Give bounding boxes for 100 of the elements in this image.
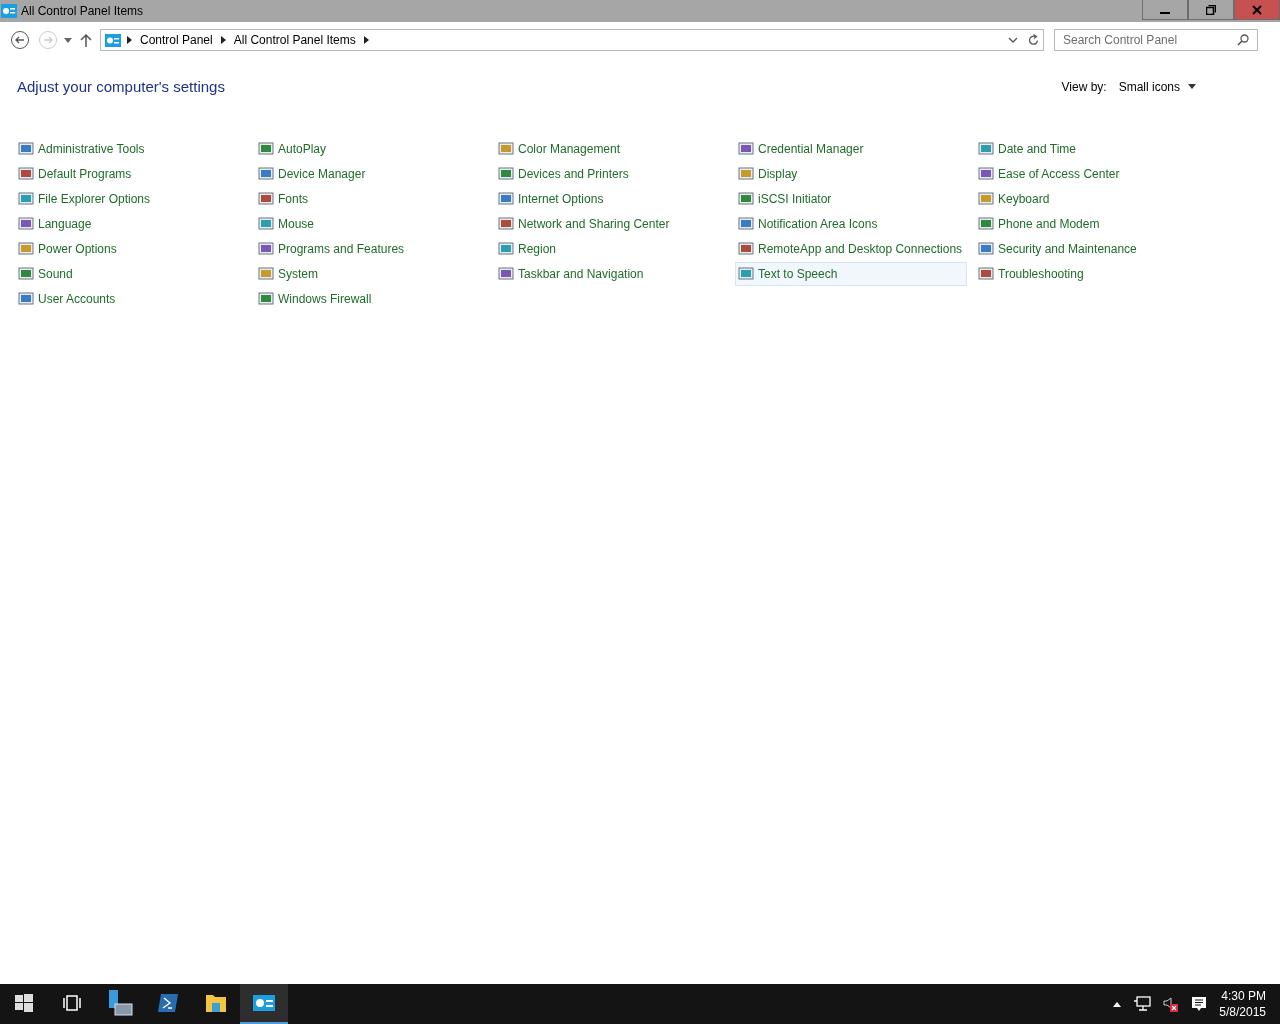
- applet-icon: [978, 191, 994, 207]
- applet-icon: [978, 141, 994, 157]
- up-arrow-icon[interactable]: [80, 33, 92, 47]
- applet-icon: [18, 141, 34, 157]
- start-icon: [15, 994, 33, 1012]
- control-panel-link[interactable]: Notification Area Icons: [735, 212, 967, 236]
- control-panel-button[interactable]: [240, 984, 288, 1024]
- task-view-icon: [62, 995, 82, 1011]
- applet-icon: [18, 291, 34, 307]
- up-caret-icon[interactable]: [1113, 1001, 1122, 1007]
- refresh-icon[interactable]: [1028, 34, 1039, 46]
- applet-icon: [498, 241, 514, 257]
- control-panel-link[interactable]: Phone and Modem: [975, 212, 1207, 236]
- control-panel-link[interactable]: Region: [495, 237, 727, 261]
- control-panel-link[interactable]: Troubleshooting: [975, 262, 1207, 286]
- control-panel-link[interactable]: Mouse: [255, 212, 487, 236]
- control-panel-link[interactable]: Display: [735, 162, 967, 186]
- applet-icon: [978, 266, 994, 282]
- applet-icon: [738, 216, 754, 232]
- applet-icon: [258, 241, 274, 257]
- control-panel-link[interactable]: Text to Speech: [735, 262, 967, 286]
- view-by-label: View by:: [1061, 79, 1107, 94]
- applet-icon: [258, 291, 274, 307]
- back-button[interactable]: [10, 30, 30, 50]
- server-manager-icon: [107, 990, 133, 1016]
- control-panel-link[interactable]: User Accounts: [15, 287, 247, 311]
- close-icon: [1252, 4, 1262, 15]
- applet-icon: [18, 166, 34, 182]
- network-icon[interactable]: [1133, 996, 1152, 1012]
- search-icon: [1237, 34, 1249, 46]
- view-by-dropdown[interactable]: Small icons: [1118, 79, 1196, 94]
- applet-icon: [498, 216, 514, 232]
- control-panel-link[interactable]: Device Manager: [255, 162, 487, 186]
- applet-icon: [738, 141, 754, 157]
- control-panel-link[interactable]: Language: [15, 212, 247, 236]
- control-panel-icon: [105, 33, 121, 47]
- control-panel-link[interactable]: Internet Options: [495, 187, 727, 211]
- control-panel-link[interactable]: Taskbar and Navigation: [495, 262, 727, 286]
- clock-time[interactable]: 4:30 PM: [1221, 988, 1266, 1004]
- speaker-muted-icon[interactable]: [1163, 996, 1180, 1012]
- control-panel-link[interactable]: Security and Maintenance: [975, 237, 1207, 261]
- chevron-down-icon[interactable]: [1008, 37, 1018, 43]
- control-panel-link[interactable]: Network and Sharing Center: [495, 212, 727, 236]
- applet-icon: [498, 266, 514, 282]
- restore-icon: [1206, 4, 1216, 15]
- applet-icon: [738, 266, 754, 282]
- control-panel-link[interactable]: AutoPlay: [255, 137, 487, 161]
- window-title: All Control Panel Items: [21, 4, 144, 18]
- caret-icon: [1188, 84, 1196, 89]
- control-panel-icon: [1, 4, 17, 18]
- control-panel-link[interactable]: Color Management: [495, 137, 727, 161]
- address-bar[interactable]: Control Panel All Control Panel Items: [100, 29, 1044, 51]
- minimize-button[interactable]: [1142, 0, 1188, 20]
- close-button[interactable]: [1234, 0, 1280, 20]
- control-panel-link[interactable]: System: [255, 262, 487, 286]
- applet-icon: [18, 216, 34, 232]
- control-panel-link[interactable]: Programs and Features: [255, 237, 487, 261]
- applet-icon: [978, 216, 994, 232]
- control-panel-link[interactable]: Keyboard: [975, 187, 1207, 211]
- restore-button[interactable]: [1188, 0, 1234, 20]
- breadcrumb[interactable]: All Control Panel Items: [233, 33, 356, 47]
- control-panel-link[interactable]: Default Programs: [15, 162, 247, 186]
- breadcrumb-arrow-icon[interactable]: [220, 36, 226, 44]
- control-panel-link[interactable]: Sound: [15, 262, 247, 286]
- applet-icon: [258, 141, 274, 157]
- control-panel-link[interactable]: Power Options: [15, 237, 247, 261]
- control-panel-link[interactable]: Credential Manager: [735, 137, 967, 161]
- breadcrumb[interactable]: Control Panel: [140, 33, 213, 47]
- applet-icon: [978, 166, 994, 182]
- control-panel-link[interactable]: File Explorer Options: [15, 187, 247, 211]
- clock-date[interactable]: 5/8/2015: [1219, 1004, 1266, 1020]
- control-panel-link[interactable]: Ease of Access Center: [975, 162, 1207, 186]
- applet-icon: [738, 191, 754, 207]
- applet-icon: [498, 141, 514, 157]
- applet-icon: [738, 166, 754, 182]
- control-panel-link[interactable]: RemoteApp and Desktop Connections: [735, 237, 967, 261]
- breadcrumb-arrow-icon[interactable]: [363, 36, 369, 44]
- control-panel-link[interactable]: Windows Firewall: [255, 287, 487, 311]
- control-panel-link[interactable]: Devices and Printers: [495, 162, 727, 186]
- control-panel-link[interactable]: Fonts: [255, 187, 487, 211]
- breadcrumb-arrow-icon[interactable]: [127, 36, 132, 44]
- search-field[interactable]: Search Control Panel: [1054, 29, 1258, 51]
- control-panel-link[interactable]: Date and Time: [975, 137, 1207, 161]
- applet-icon: [18, 241, 34, 257]
- applet-icon: [498, 191, 514, 207]
- folder-icon: [205, 993, 227, 1013]
- applet-icon: [18, 191, 34, 207]
- applet-icon: [18, 266, 34, 282]
- applet-icon: [978, 241, 994, 257]
- minimize-icon: [1160, 12, 1170, 14]
- applet-icon: [258, 216, 274, 232]
- caret-icon[interactable]: [64, 37, 72, 43]
- notification-icon[interactable]: [1191, 996, 1208, 1012]
- applet-icon: [498, 166, 514, 182]
- control-panel-link[interactable]: iSCSI Initiator: [735, 187, 967, 211]
- control-panel-link[interactable]: Administrative Tools: [15, 137, 247, 161]
- applet-icon: [258, 191, 274, 207]
- applet-icon: [258, 166, 274, 182]
- control-panel-icon: [253, 995, 275, 1011]
- applet-icon: [738, 241, 754, 257]
